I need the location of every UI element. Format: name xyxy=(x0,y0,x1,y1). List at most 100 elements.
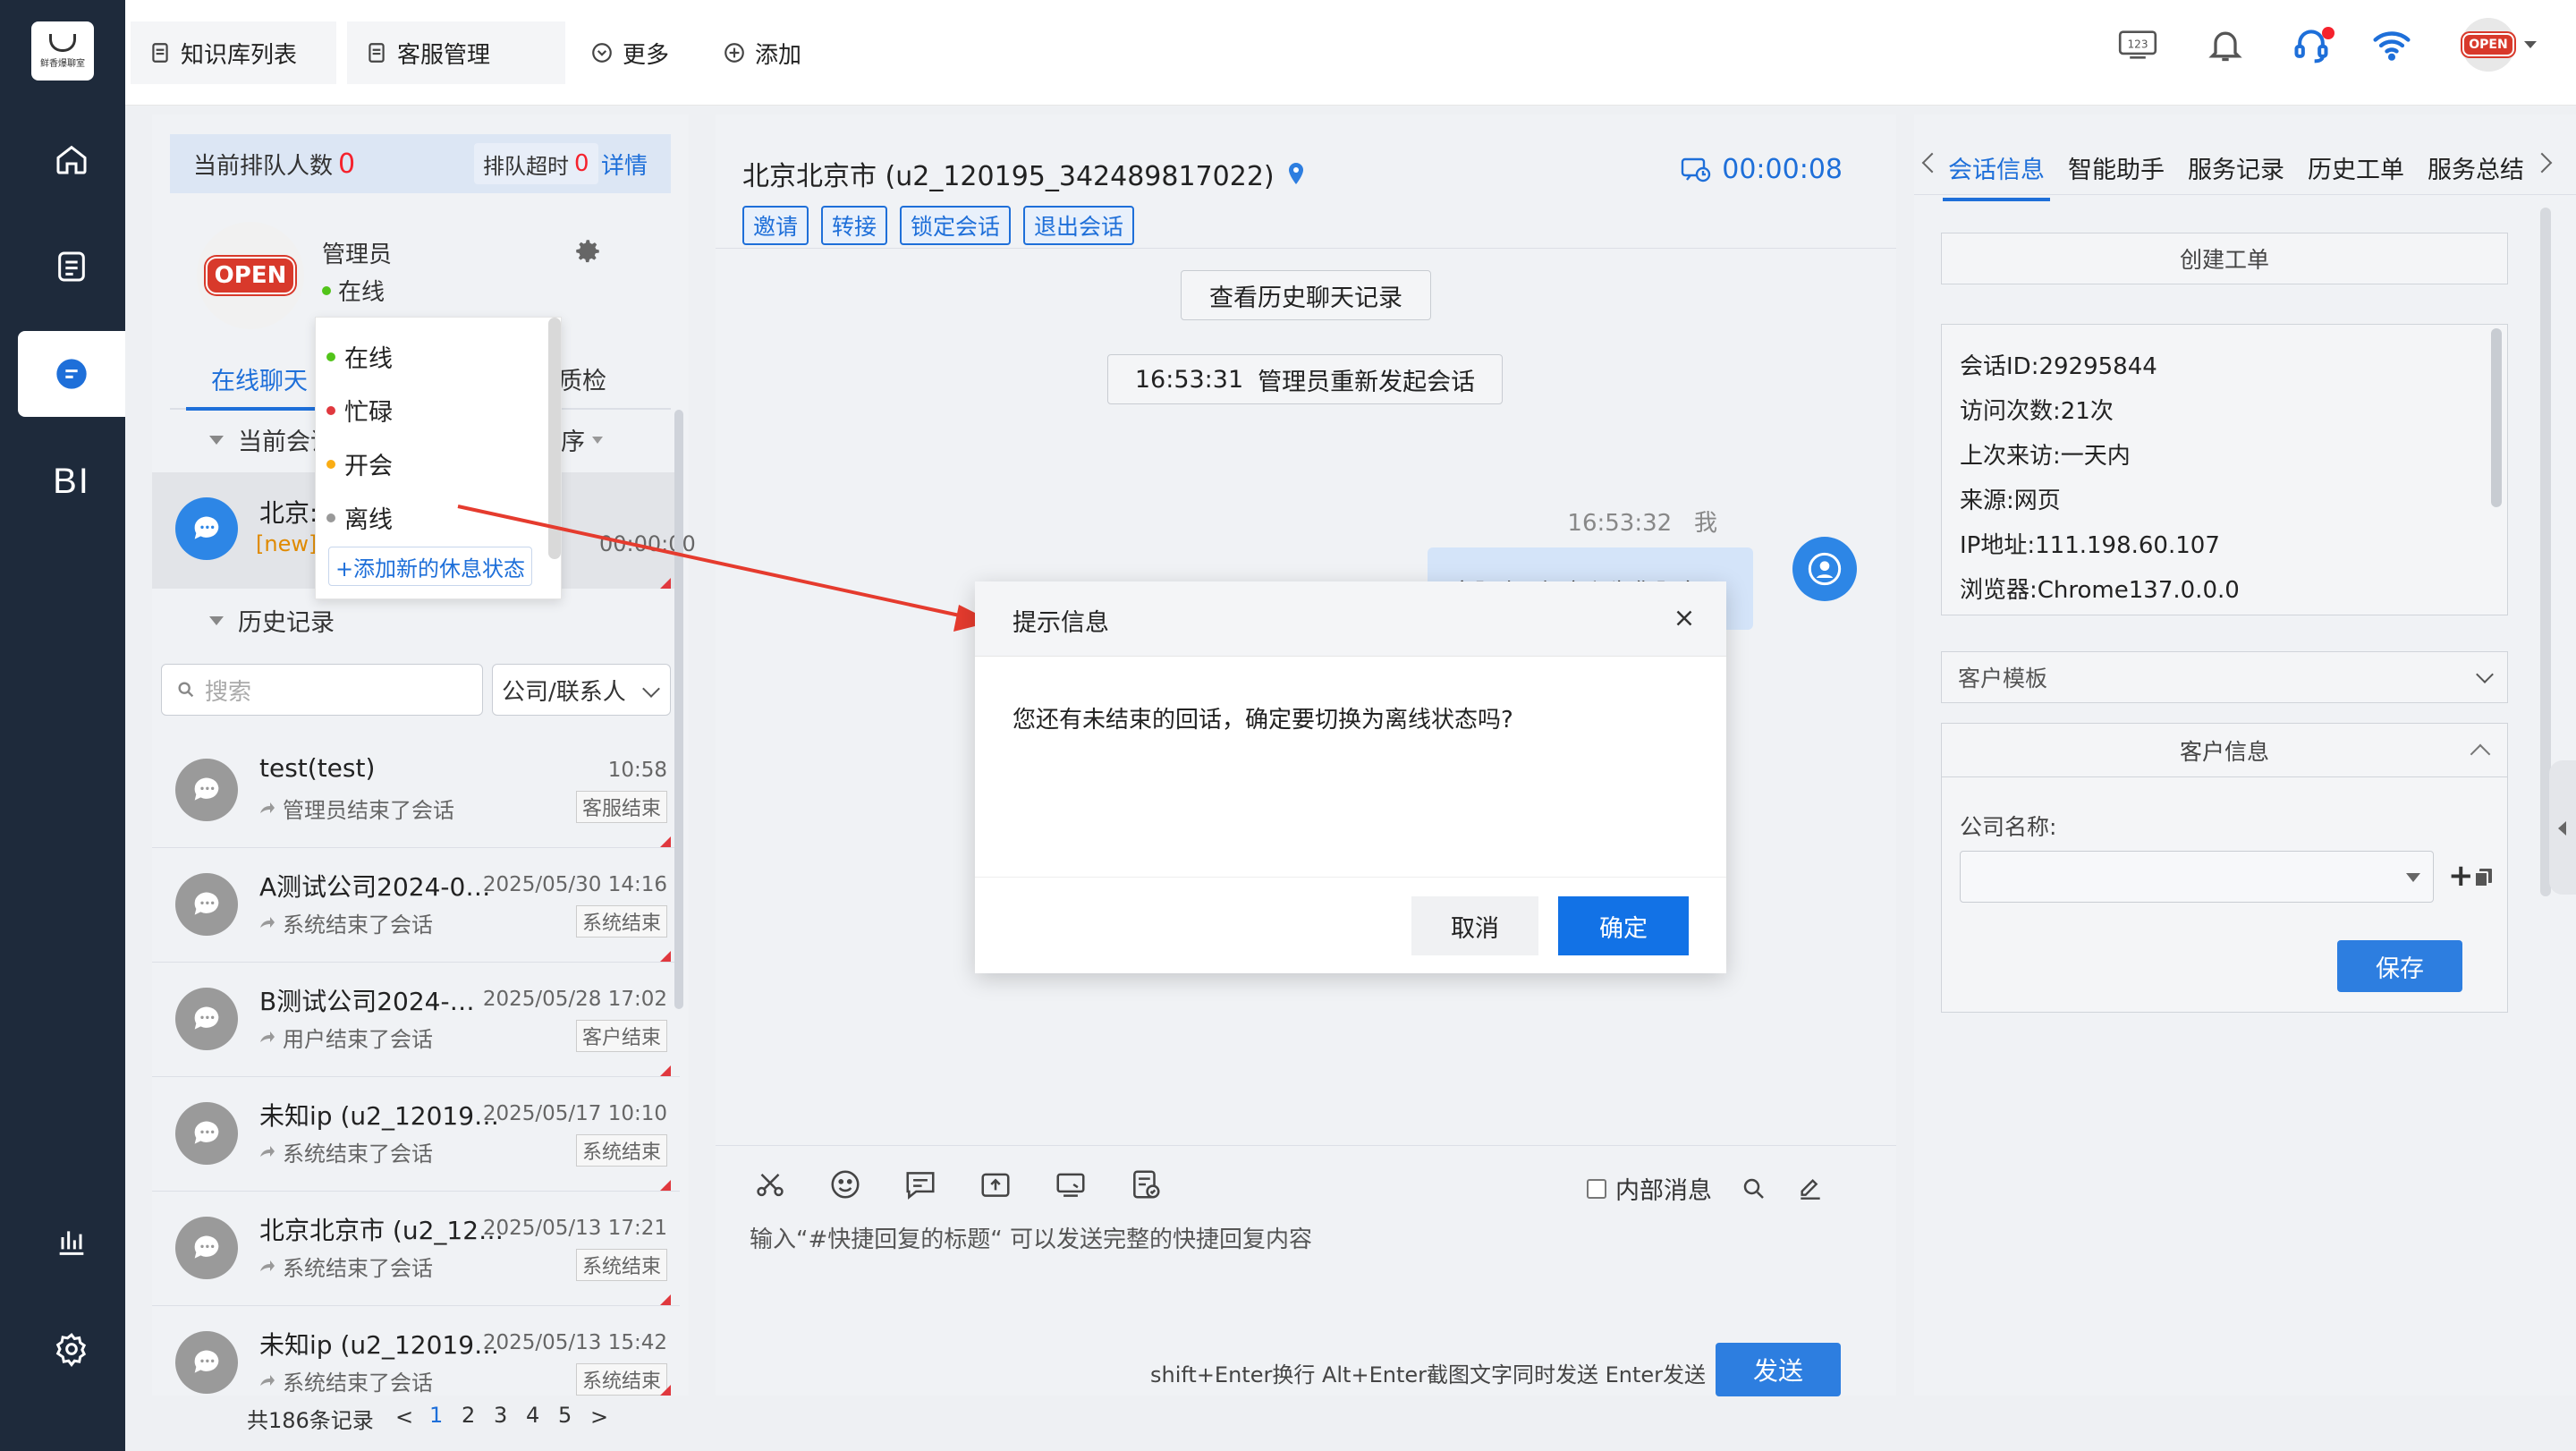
queue-bar: 当前排队人数 0 排队超时 0 详情 xyxy=(170,134,671,193)
user-menu[interactable]: OPEN xyxy=(2454,18,2544,72)
confirm-button[interactable]: 确定 xyxy=(1558,896,1689,955)
composer-toolbar xyxy=(753,1167,1163,1201)
tab-smart-assistant[interactable]: 智能助手 xyxy=(2068,150,2165,185)
nav-home[interactable] xyxy=(18,116,125,202)
tab-label: 更多 xyxy=(623,41,670,69)
tab-more[interactable]: 更多 xyxy=(572,21,687,84)
nav-settings[interactable] xyxy=(18,1306,125,1392)
chat-bubble-icon xyxy=(194,892,219,915)
keypad-button[interactable]: 123 xyxy=(2116,23,2159,66)
pagination-page[interactable]: 1 xyxy=(429,1403,443,1428)
tab-add[interactable]: 添加 xyxy=(705,21,819,84)
history-filter-select[interactable]: 公司/联系人 xyxy=(492,664,671,716)
network-status[interactable] xyxy=(2370,23,2413,66)
app-logo[interactable]: 鲜香爆聊室 xyxy=(31,21,94,81)
status-option-online[interactable]: 在线 xyxy=(326,339,393,374)
pagination-page[interactable]: 3 xyxy=(494,1403,507,1428)
history-item[interactable]: A测试公司2024-0… 2025/05/30 14:16 系统结束了会话 系统结束 xyxy=(152,848,680,963)
transfer-button[interactable]: 转接 xyxy=(821,206,888,245)
last-visit: 上次来访:一天内 xyxy=(1960,443,2131,470)
company-name-select[interactable] xyxy=(1960,851,2434,903)
tab-service-records[interactable]: 服务记录 xyxy=(2188,150,2284,185)
support-headset-button[interactable] xyxy=(2290,23,2334,66)
evaluation-form-icon[interactable] xyxy=(1129,1167,1163,1201)
cancel-button[interactable]: 取消 xyxy=(1411,896,1538,955)
customer-template-select[interactable]: 客户模板 xyxy=(1941,651,2508,703)
internal-message-checkbox[interactable] xyxy=(1587,1178,1606,1199)
add-break-status-button[interactable]: +添加新的休息状态 xyxy=(328,547,532,586)
status-dot xyxy=(326,459,335,469)
chat-bubble-icon xyxy=(194,1235,219,1259)
nav-documents[interactable] xyxy=(18,224,125,310)
history-item[interactable]: 未知ip (u2_12019… 2025/05/13 15:42 系统结束了会话 系统… xyxy=(152,1306,680,1396)
agent-settings-icon[interactable] xyxy=(572,236,603,267)
pagination-page[interactable]: 5 xyxy=(558,1403,572,1428)
nav-bi[interactable]: BI xyxy=(18,438,125,524)
status-option-offline[interactable]: 离线 xyxy=(326,500,393,535)
history-item[interactable]: test(test) 10:58 管理员结束了会话 客服结束 xyxy=(152,734,680,848)
close-icon[interactable] xyxy=(1671,605,1698,632)
pagination-page[interactable]: 2 xyxy=(462,1403,475,1428)
exit-session-button[interactable]: 退出会话 xyxy=(1023,206,1135,245)
bell-icon xyxy=(2208,31,2242,62)
tab-ticket-history[interactable]: 历史工单 xyxy=(2308,150,2404,185)
nav-reports[interactable] xyxy=(18,1199,125,1285)
tabs-scroll-left-icon[interactable] xyxy=(1921,152,1943,174)
view-history-button[interactable]: 查看历史聊天记录 xyxy=(1181,270,1431,320)
tab-service-management[interactable]: 客服管理 xyxy=(347,21,565,84)
chat-bubble-avatar xyxy=(175,1331,238,1394)
internal-message-toggle[interactable]: 内部消息 xyxy=(1587,1171,1825,1206)
message-input[interactable]: 输入“#快捷回复的标题“ 可以发送完整的快捷回复内容 xyxy=(750,1221,1312,1254)
unread-corner xyxy=(660,836,671,847)
tab-session-info[interactable]: 会话信息 xyxy=(1943,150,2050,201)
left-scrollbar[interactable] xyxy=(674,410,683,1009)
tab-online-chat[interactable]: 在线聊天 xyxy=(186,361,333,411)
edit-icon[interactable] xyxy=(1796,1175,1825,1203)
info-scrollbar[interactable] xyxy=(2491,328,2502,507)
settings-icon xyxy=(55,1333,87,1367)
pagination-next[interactable]: > xyxy=(590,1404,608,1430)
tab-service-summary[interactable]: 服务总结 xyxy=(2428,150,2524,185)
emoji-icon[interactable] xyxy=(828,1167,862,1201)
queue-count: 0 xyxy=(338,148,356,180)
history-item[interactable]: 未知ip (u2_120195… 2025/05/17 10:10 系统结束了会话 系… xyxy=(152,1077,680,1192)
save-customer-button[interactable]: 保存 xyxy=(2337,940,2462,992)
pagination-prev[interactable]: < xyxy=(395,1404,413,1430)
customer-info-header[interactable]: 客户信息 xyxy=(1942,724,2507,777)
status-option-meeting[interactable]: 开会 xyxy=(326,446,393,481)
tab-knowledge-list[interactable]: 知识库列表 xyxy=(131,21,336,84)
chat-bubble-icon xyxy=(194,777,219,801)
agent-avatar[interactable]: OPEN xyxy=(197,222,304,329)
history-item-name: 北京北京市 (u2_12… xyxy=(259,1216,504,1245)
screen-share-icon[interactable] xyxy=(1054,1167,1088,1201)
send-button[interactable]: 发送 xyxy=(1716,1343,1841,1396)
system-message: 16:53:31 管理员重新发起会话 xyxy=(1107,354,1503,404)
tab-quality-check[interactable]: 质检 xyxy=(558,361,606,396)
agent-status-toggle[interactable]: 在线 xyxy=(322,274,385,307)
end-type-badge: 系统结束 xyxy=(575,905,667,938)
scissors-icon[interactable] xyxy=(753,1167,787,1201)
quick-reply-icon[interactable] xyxy=(903,1167,937,1201)
top-bar: 知识库列表 客服管理 更多 添加 123 OPEN xyxy=(125,0,2576,106)
history-item-name: B测试公司2024-… xyxy=(259,987,475,1016)
add-company-button[interactable]: + xyxy=(2448,858,2494,894)
lock-session-button[interactable]: 锁定会话 xyxy=(900,206,1012,245)
tabs-scroll-right-icon[interactable] xyxy=(2531,152,2553,174)
nav-chat[interactable] xyxy=(18,331,125,417)
upload-file-icon[interactable] xyxy=(979,1167,1013,1201)
search-icon[interactable] xyxy=(1741,1175,1767,1202)
invite-button[interactable]: 邀请 xyxy=(742,206,809,245)
history-item[interactable]: B测试公司2024-… 2025/05/28 17:02 用户结束了会话 客户结束 xyxy=(152,963,680,1077)
status-dropdown-scrollbar[interactable] xyxy=(548,318,561,559)
history-section-header[interactable]: 历史记录 xyxy=(170,603,671,638)
agent-badge: OPEN xyxy=(205,257,296,294)
agent-status-label: 在线 xyxy=(338,279,386,306)
pagination-page[interactable]: 4 xyxy=(526,1403,539,1428)
history-item[interactable]: 北京北京市 (u2_12… 2025/05/13 17:21 系统结束了会话 系统结束 xyxy=(152,1192,680,1306)
status-option-busy[interactable]: 忙碌 xyxy=(326,393,393,428)
queue-detail-link[interactable]: 详情 xyxy=(601,148,648,181)
create-ticket-button[interactable]: 创建工单 xyxy=(1941,233,2508,284)
notifications-button[interactable] xyxy=(2204,23,2247,66)
collapse-right-panel-handle[interactable] xyxy=(2549,760,2576,895)
history-search-input[interactable]: 搜索 xyxy=(161,664,483,716)
